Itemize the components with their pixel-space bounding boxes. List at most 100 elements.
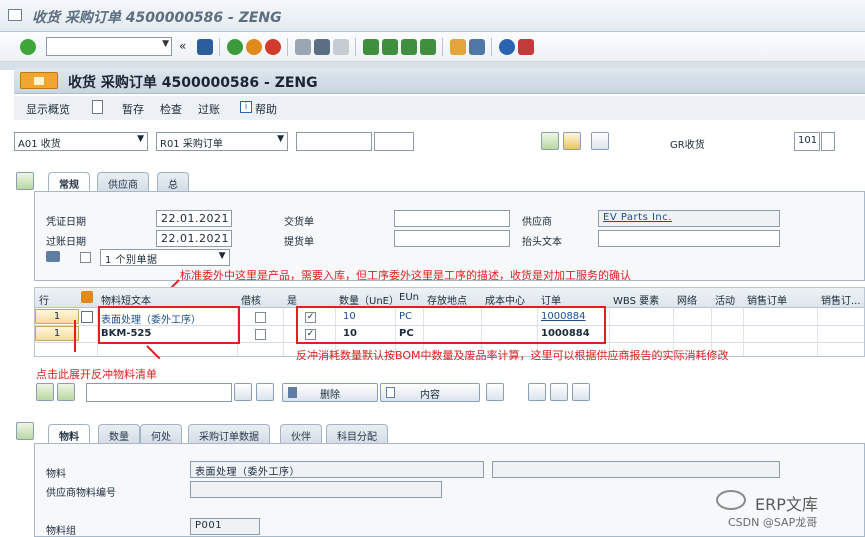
extra-input[interactable]: [374, 132, 414, 151]
header-tabs: 常规 供应商 总: [48, 172, 208, 191]
grid-search-input[interactable]: [86, 383, 232, 402]
movement-type-input[interactable]: 101: [794, 132, 820, 151]
divider: [287, 38, 288, 56]
row-selector[interactable]: 1: [35, 326, 79, 341]
find-icon[interactable]: [234, 383, 252, 401]
col-activity[interactable]: 活动: [715, 292, 735, 307]
divider: [355, 38, 356, 56]
expand-all-icon[interactable]: [486, 383, 504, 401]
hold-button[interactable]: 暂存: [122, 101, 144, 117]
post-button[interactable]: 过账: [198, 101, 220, 117]
item-detail-toggle-icon[interactable]: [16, 422, 34, 440]
save-icon[interactable]: [197, 39, 213, 55]
tab-material[interactable]: 物料: [48, 424, 90, 443]
printer-icon[interactable]: [46, 251, 60, 262]
col-sales-order-item[interactable]: 销售订...: [821, 292, 861, 307]
save-layout-icon[interactable]: [572, 383, 590, 401]
grid-header: 行 物料短文本 借核 是 数量（UnE） EUn 存放地点 成本中心 订单 WB…: [35, 288, 864, 308]
help-icon[interactable]: [499, 39, 515, 55]
customize-layout-icon[interactable]: [518, 39, 534, 55]
row-item-ok-checkbox[interactable]: [255, 329, 266, 340]
command-field[interactable]: ▼: [46, 37, 172, 56]
col-item-ok[interactable]: 借核: [241, 292, 261, 307]
annotation-top: 标准委外中这里是产品，需要入库，但工序委外这里是工序的描述，收货是对加工服务的确…: [180, 269, 631, 282]
menu-icon[interactable]: [20, 72, 58, 89]
next-page-icon[interactable]: [401, 39, 417, 55]
application-title-bar: 收货 采购订单 4500000586 - ZENG: [14, 68, 865, 94]
collapse-icon[interactable]: «: [179, 39, 189, 55]
display-icon[interactable]: [563, 132, 581, 150]
post-date-input[interactable]: 22.01.2021: [156, 230, 232, 247]
tab-vendor[interactable]: 供应商: [97, 172, 149, 191]
select-all-icon[interactable]: [36, 383, 54, 401]
tab-partner[interactable]: 伙伴: [280, 424, 322, 443]
new-session-icon[interactable]: [450, 39, 466, 55]
content-button[interactable]: 内容: [380, 383, 480, 402]
bom-expand-icon[interactable]: [81, 311, 93, 323]
shortcut-icon[interactable]: [469, 39, 485, 55]
tab-po-data[interactable]: 采购订单数据: [188, 424, 270, 443]
tab-general[interactable]: 常规: [48, 172, 90, 191]
last-page-icon[interactable]: [420, 39, 436, 55]
first-page-icon[interactable]: [363, 39, 379, 55]
delivery-note-input[interactable]: [394, 210, 510, 227]
grid-icon[interactable]: [591, 132, 609, 150]
refresh-icon[interactable]: [256, 383, 274, 401]
bill-of-lading-input[interactable]: [394, 230, 510, 247]
transaction-select-value: A01 收货: [18, 139, 61, 150]
layout-icon[interactable]: [528, 383, 546, 401]
help-button[interactable]: 帮助: [255, 101, 277, 117]
exit-icon[interactable]: [246, 39, 262, 55]
col-order[interactable]: 订单: [541, 292, 561, 307]
previous-page-icon[interactable]: [382, 39, 398, 55]
row-selector[interactable]: 1: [35, 309, 79, 324]
trash-icon: [288, 387, 297, 398]
col-storage-location[interactable]: 存放地点: [427, 292, 467, 307]
print-checkbox[interactable]: [80, 252, 91, 263]
row-item-ok-checkbox[interactable]: [255, 312, 266, 323]
col-yes[interactable]: 是: [287, 292, 297, 307]
col-short-text[interactable]: 物料短文本: [101, 292, 151, 307]
col-unit[interactable]: EUn: [399, 292, 419, 303]
print-option-select[interactable]: 1 个别单据 ▼: [100, 249, 230, 266]
find-icon[interactable]: [314, 39, 330, 55]
col-network[interactable]: 网络: [677, 292, 697, 307]
doc-date-input[interactable]: 22.01.2021: [156, 210, 232, 227]
filter-icon[interactable]: [57, 383, 75, 401]
reference-select[interactable]: R01 采购订单 ▼: [156, 132, 288, 151]
vendor-field[interactable]: EV Parts Inc.: [598, 210, 780, 227]
doc-date-label: 凭证日期: [46, 217, 86, 228]
enter-check-icon[interactable]: [20, 39, 36, 55]
standard-toolbar: ▼ «: [0, 32, 865, 62]
transaction-select[interactable]: A01 收货 ▼: [14, 132, 148, 151]
info-icon[interactable]: i: [240, 101, 252, 113]
movement-type-help[interactable]: [821, 132, 835, 151]
chevron-down-icon: ▼: [277, 134, 284, 144]
col-qty[interactable]: 数量（UnE）: [339, 292, 399, 307]
cancel-icon[interactable]: [265, 39, 281, 55]
document-number-input[interactable]: [296, 132, 372, 151]
tab-total[interactable]: 总: [157, 172, 189, 191]
col-cost-center[interactable]: 成本中心: [485, 292, 525, 307]
col-sales-order[interactable]: 销售订单: [747, 292, 787, 307]
choose-layout-icon[interactable]: [550, 383, 568, 401]
material-group-label: 物料组: [46, 526, 76, 537]
tab-quantity[interactable]: 数量: [98, 424, 140, 443]
col-line[interactable]: 行: [39, 292, 49, 307]
check-button[interactable]: 检查: [160, 101, 182, 117]
delete-button[interactable]: 删除: [282, 383, 378, 402]
tab-account-assignment[interactable]: 科目分配: [326, 424, 388, 443]
print-option-value: 1 个别单据: [105, 255, 158, 266]
column-settings-icon[interactable]: [81, 291, 93, 303]
col-wbs[interactable]: WBS 要素: [613, 292, 659, 307]
find-next-icon[interactable]: [333, 39, 349, 55]
new-document-icon[interactable]: [92, 100, 103, 114]
header-text-input[interactable]: [598, 230, 780, 247]
post-date-label: 过账日期: [46, 237, 86, 248]
print-icon[interactable]: [295, 39, 311, 55]
overview-button[interactable]: 显示概览: [26, 101, 70, 117]
execute-icon[interactable]: [541, 132, 559, 150]
back-icon[interactable]: [227, 39, 243, 55]
tab-where[interactable]: 何处: [140, 424, 182, 443]
header-toggle-icon[interactable]: [16, 172, 34, 190]
